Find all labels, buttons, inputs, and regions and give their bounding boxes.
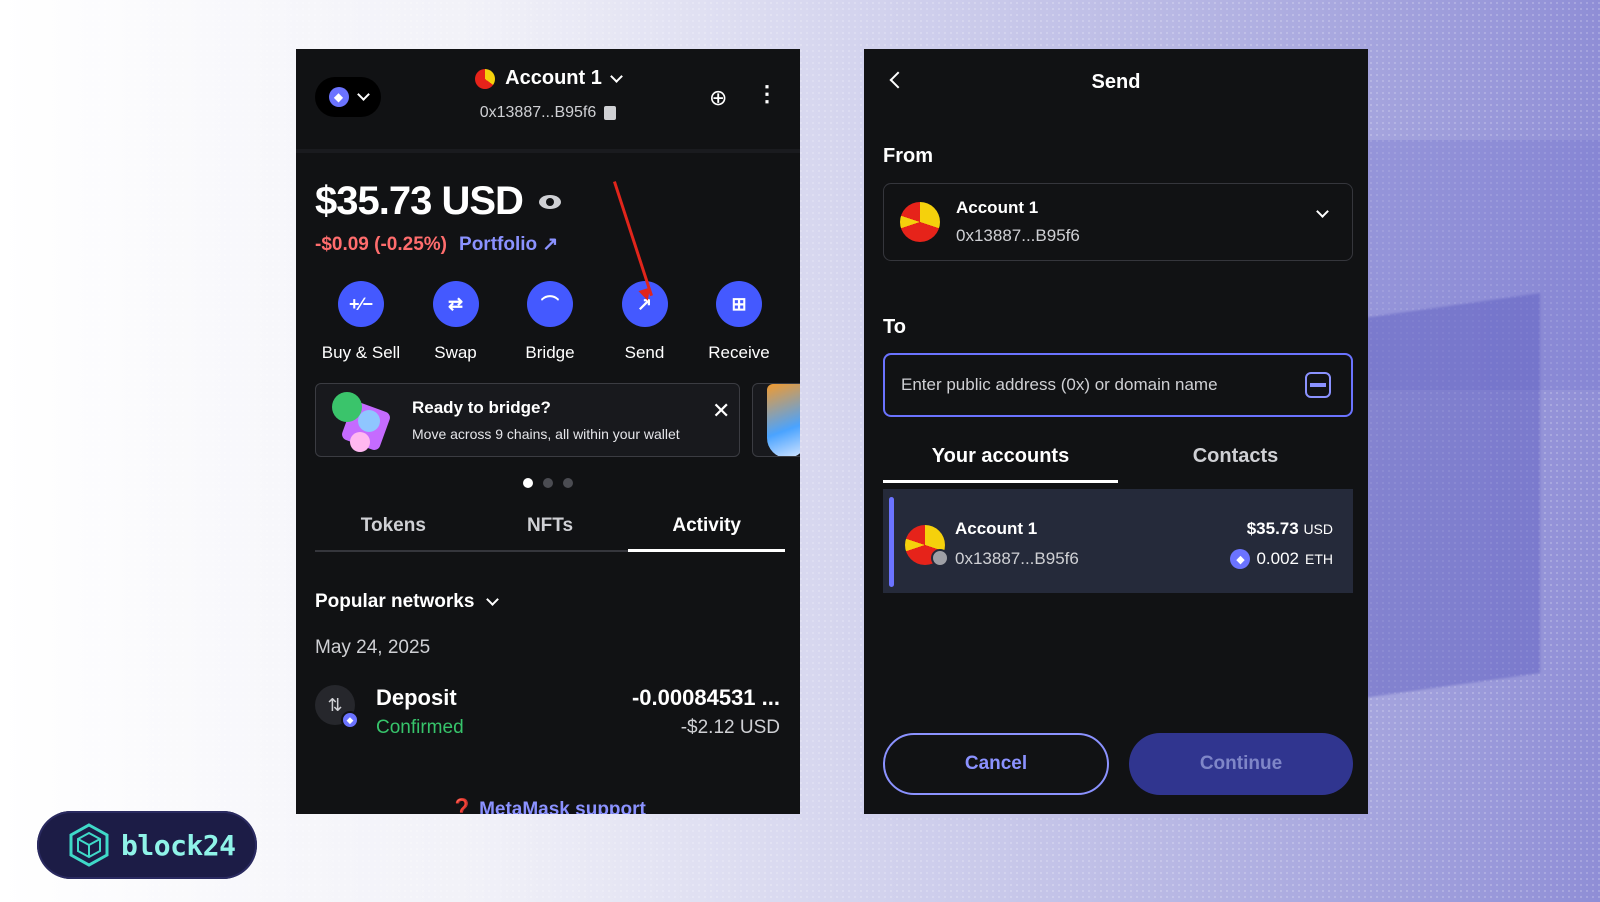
cube-logo-icon [67, 823, 111, 867]
support-link[interactable]: ❓ MetaMask support [296, 797, 800, 814]
from-label: From [883, 145, 933, 167]
page-title: Send [1091, 71, 1141, 93]
bridge-illustration [324, 388, 392, 454]
activity-date: May 24, 2025 [315, 637, 431, 658]
network-filter-label: Popular networks [315, 591, 475, 612]
transaction-icon: ⇅ ◆ [315, 685, 359, 729]
to-label: To [883, 316, 906, 338]
usd-unit: USD [1303, 521, 1333, 537]
from-account-selector[interactable]: Account 1 0x13887...B95f6 [883, 183, 1353, 261]
chevron-down-icon [609, 69, 623, 83]
account-eth-balance: ◆ 0.002 ETH [1230, 549, 1333, 569]
block24-logo: block24 [37, 811, 257, 879]
action-label: Send [624, 343, 665, 362]
action-label: Bridge [525, 343, 575, 362]
account-address[interactable]: 0x13887...B95f6 [480, 104, 617, 122]
tab-your-accounts[interactable]: Your accounts [883, 445, 1118, 483]
selected-indicator [889, 497, 894, 587]
portfolio-label: Portfolio [459, 234, 538, 255]
usd-value: $35.73 [1246, 519, 1299, 538]
buy-sell-icon: +∕− [338, 281, 384, 327]
globe-icon[interactable]: ⊕ [709, 85, 727, 111]
swap-icon: ⇄ [432, 281, 479, 327]
qr-scan-icon[interactable] [1305, 372, 1331, 398]
receive-icon: ⊞ [716, 281, 762, 327]
balance: $35.73 USD [315, 179, 561, 224]
from-account-address: 0x13887...B95f6 [956, 226, 1080, 245]
support-label: MetaMask support [479, 799, 646, 814]
carousel-dots [296, 478, 800, 488]
carousel-dot[interactable] [563, 478, 573, 488]
eth-value: 0.002 [1256, 549, 1299, 568]
carousel-dot[interactable] [523, 478, 533, 488]
transaction-title[interactable]: Deposit [376, 685, 457, 711]
buy-sell-button[interactable]: +∕− Buy & Sell [315, 281, 407, 363]
bridge-icon: ⌒ [527, 281, 573, 327]
next-banner[interactable] [752, 383, 800, 457]
account-avatar [475, 68, 496, 89]
receive-button[interactable]: ⊞ Receive [693, 281, 785, 363]
bridge-button[interactable]: ⌒ Bridge [504, 281, 596, 363]
banner-title: Ready to bridge? [412, 398, 551, 417]
recipient-address-input[interactable] [883, 353, 1353, 417]
eth-unit: ETH [1305, 551, 1333, 567]
recipient-tabs: Your accounts Contacts [883, 445, 1353, 483]
eth-icon: ◆ [1230, 549, 1251, 569]
transaction-status: Confirmed [376, 717, 464, 738]
account-avatar [900, 202, 940, 242]
action-label: Buy & Sell [321, 343, 401, 362]
account-address: 0x13887...B95f6 [955, 549, 1079, 568]
balance-change: -$0.09 (-0.25%) [315, 233, 448, 255]
action-label: Swap [434, 343, 477, 362]
from-account-name: Account 1 [956, 198, 1039, 217]
portfolio-link[interactable]: Portfolio ↗ [459, 233, 558, 256]
shield-illustration [767, 384, 800, 456]
account-selector[interactable]: Account 1 [475, 67, 623, 90]
copy-icon[interactable] [604, 105, 617, 120]
action-buttons: +∕− Buy & Sell ⇄ Swap ⌒ Bridge ↗ Send ⊞ … [315, 281, 785, 363]
swap-button[interactable]: ⇄ Swap [410, 281, 502, 363]
network-filter[interactable]: Popular networks [315, 591, 500, 613]
balance-amount: $35.73 USD [315, 179, 524, 223]
tab-nfts[interactable]: NFTs [472, 515, 629, 550]
account-name: Account 1 [955, 519, 1038, 538]
wallet-home-panel: ◆ Account 1 0x13887...B95f6 ⊕ ⋮ $35.73 U… [296, 49, 800, 814]
balance-change-row: -$0.09 (-0.25%) Portfolio ↗ [315, 233, 558, 256]
close-icon[interactable]: ✕ [712, 398, 730, 424]
bridge-banner[interactable]: Ready to bridge? Move across 9 chains, a… [315, 383, 740, 457]
tab-contacts[interactable]: Contacts [1118, 445, 1353, 483]
tab-tokens[interactable]: Tokens [315, 515, 472, 550]
eye-icon[interactable] [538, 194, 561, 209]
carousel-dot[interactable] [543, 478, 553, 488]
account-address-text: 0x13887...B95f6 [479, 103, 597, 121]
account-list-item[interactable]: Account 1 0x13887...B95f6 $35.73 USD ◆ 0… [883, 489, 1353, 593]
send-panel: Send From Account 1 0x13887...B95f6 To Y… [864, 49, 1368, 814]
account-avatar [905, 525, 949, 567]
chevron-down-icon [1316, 205, 1329, 218]
help-icon: ❓ [450, 799, 474, 814]
wallet-tabs: Tokens NFTs Activity [315, 515, 786, 552]
network-badge [931, 549, 949, 567]
transaction-amount: -0.00084531 ... [631, 685, 780, 710]
tab-activity[interactable]: Activity [628, 515, 786, 552]
divider [296, 149, 800, 153]
cancel-button[interactable]: Cancel [883, 733, 1109, 795]
transaction-usd: -$2.12 USD [680, 717, 780, 738]
annotation-arrow [613, 181, 653, 297]
action-label: Receive [708, 343, 770, 362]
banner-subtitle: Move across 9 chains, all within your wa… [412, 426, 680, 442]
continue-button[interactable]: Continue [1129, 733, 1353, 795]
account-usd-balance: $35.73 USD [1247, 519, 1333, 539]
account-name: Account 1 [505, 67, 602, 89]
chevron-down-icon [486, 593, 500, 606]
external-link-icon: ↗ [542, 234, 559, 255]
more-options-icon[interactable]: ⋮ [756, 83, 778, 105]
eth-icon: ◆ [341, 711, 359, 729]
logo-text: block24 [121, 828, 236, 862]
